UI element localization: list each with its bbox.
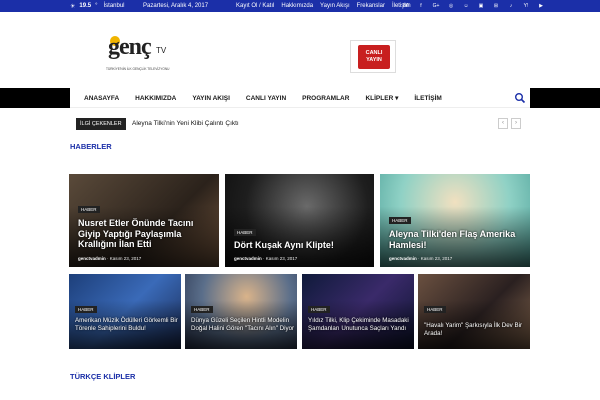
news-card-meta: genctvadmin · Kasım 23, 2017 — [234, 256, 298, 261]
behance-icon[interactable]: Bē — [402, 2, 410, 10]
nav-right-block — [530, 88, 600, 108]
top-bar: ☀ 19.5 ° İstanbul Pazartesi, Aralık 4, 2… — [0, 0, 600, 12]
ticker-next-icon[interactable]: › — [511, 118, 521, 129]
category-badge[interactable]: HABER — [389, 217, 411, 224]
news-card-5[interactable]: HABER Dünya Güzeli Seçilen Hintli Modeli… — [185, 274, 297, 349]
nav-home[interactable]: ANASAYFA — [84, 95, 119, 102]
news-card-title[interactable]: Dünya Güzeli Seçilen Hintli Modelin Doğa… — [191, 317, 295, 332]
flickr-icon[interactable]: ▣ — [477, 2, 485, 10]
post-date: Kasım 23, 2017 — [265, 256, 298, 261]
current-date: Pazartesi, Aralık 4, 2017 — [143, 3, 209, 9]
twitter-icon[interactable]: ♪ — [507, 2, 515, 10]
live-broadcast-label: CANLI YAYIN — [358, 45, 390, 69]
clips-section-title: TÜRKÇE KLİPLER — [70, 372, 136, 381]
ticker-tag: İLGİ ÇEKENLER — [76, 118, 126, 130]
news-card-title[interactable]: Yıldız Tilki, Klip Çekiminde Masadaki Şa… — [308, 317, 412, 332]
windows-icon[interactable]: ⊞ — [492, 2, 500, 10]
site-logo[interactable]: genç TV TÜRKİYE'NİN İLK GENÇLİK TELEVİZY… — [100, 34, 180, 78]
ticker-prev-icon[interactable]: ‹ — [498, 118, 508, 129]
google-plus-icon[interactable]: G+ — [432, 2, 440, 10]
news-card-6[interactable]: HABER Yıldız Tilki, Klip Çekiminde Masad… — [302, 274, 414, 349]
youtube-icon[interactable]: ▶ — [537, 2, 545, 10]
news-card-4[interactable]: HABER Amerikan Müzik Ödülleri Görkemli B… — [69, 274, 181, 349]
news-card-title[interactable]: Amerikan Müzik Ödülleri Görkemli Bir Tör… — [75, 317, 179, 332]
ticker-headline[interactable]: Aleyna Tilki'nin Yeni Klibi Çalıntı Çıkt… — [132, 120, 239, 127]
nav-programs[interactable]: PROGRAMLAR — [302, 95, 349, 102]
news-card-meta: genctvadmin · Kasım 23, 2017 — [78, 256, 142, 261]
about-link[interactable]: Hakkımızda — [281, 3, 313, 9]
category-badge[interactable]: HABER — [191, 306, 213, 313]
news-card-title[interactable]: Dört Kuşak Aynı Klipte! — [234, 240, 374, 251]
schedule-link[interactable]: Yayın Akışı — [320, 3, 350, 9]
main-nav: ANASAYFA HAKKIMIZDA YAYIN AKIŞI CANLI YA… — [0, 88, 600, 108]
facebook-icon[interactable]: f — [417, 2, 425, 10]
category-badge[interactable]: HABER — [234, 229, 256, 236]
nav-about[interactable]: HAKKIMIZDA — [135, 95, 176, 102]
logo-tagline: TÜRKİYE'NİN İLK GENÇLİK TELEVİZYONU — [106, 67, 170, 71]
nav-live[interactable]: CANLI YAYIN — [246, 95, 286, 102]
nav-clips[interactable]: KLİPLER ▾ — [365, 94, 398, 102]
author[interactable]: genctvadmin — [389, 256, 417, 261]
news-card-meta: genctvadmin · Kasım 23, 2017 — [389, 256, 453, 261]
category-badge[interactable]: HABER — [308, 306, 330, 313]
category-badge[interactable]: HABER — [424, 306, 446, 313]
post-date: Kasım 23, 2017 — [109, 256, 142, 261]
news-section-title: HABERLER — [70, 142, 112, 151]
nav-schedule[interactable]: YAYIN AKIŞI — [192, 95, 230, 102]
author[interactable]: genctvadmin — [78, 256, 106, 261]
frequencies-link[interactable]: Frekanslar — [357, 3, 385, 9]
weather-icon: ☀ — [70, 3, 76, 10]
news-card-title[interactable]: Nusret Etler Önünde Tacını Giyip Yaptığı… — [78, 218, 218, 250]
news-card-7[interactable]: HABER "Havalı Yarim" Şarkısıyla İlk Dev … — [418, 274, 530, 349]
odnoklassniki-icon[interactable]: ☺ — [462, 2, 470, 10]
news-card-2[interactable]: HABER Dört Kuşak Aynı Klipte! genctvadmi… — [225, 174, 374, 267]
news-card-3[interactable]: HABER Aleyna Tilki'den Flaş Amerika Haml… — [380, 174, 530, 267]
nav-left-block — [0, 88, 70, 108]
temperature: 19.5 — [79, 3, 92, 9]
nav-contact[interactable]: İLETİŞİM — [414, 95, 441, 102]
live-broadcast-banner[interactable]: CANLI YAYIN — [350, 40, 396, 73]
yahoo-icon[interactable]: Y! — [522, 2, 530, 10]
news-card-title[interactable]: Aleyna Tilki'den Flaş Amerika Hamlesi! — [389, 229, 529, 250]
trending-ticker: İLGİ ÇEKENLER Aleyna Tilki'nin Yeni Klib… — [76, 118, 526, 130]
logo-tv: TV — [156, 46, 167, 55]
post-date: Kasım 23, 2017 — [420, 256, 453, 261]
category-badge[interactable]: HABER — [75, 306, 97, 313]
nav-clips-label: KLİPLER — [365, 95, 394, 102]
author[interactable]: genctvadmin — [234, 256, 262, 261]
news-card-title[interactable]: "Havalı Yarim" Şarkısıyla İlk Dev Bir Ar… — [424, 322, 528, 337]
instagram-icon[interactable]: ◎ — [447, 2, 455, 10]
logo-text: genç — [108, 34, 152, 60]
temperature-unit: ° — [95, 3, 98, 9]
register-link[interactable]: Kayıt Ol / Katıl — [236, 3, 274, 9]
chevron-down-icon: ▾ — [395, 95, 399, 102]
category-badge[interactable]: HABER — [78, 206, 100, 213]
city-name: İstanbul — [103, 3, 125, 9]
news-card-1[interactable]: HABER Nusret Etler Önünde Tacını Giyip Y… — [69, 174, 219, 267]
search-icon[interactable] — [514, 92, 526, 104]
